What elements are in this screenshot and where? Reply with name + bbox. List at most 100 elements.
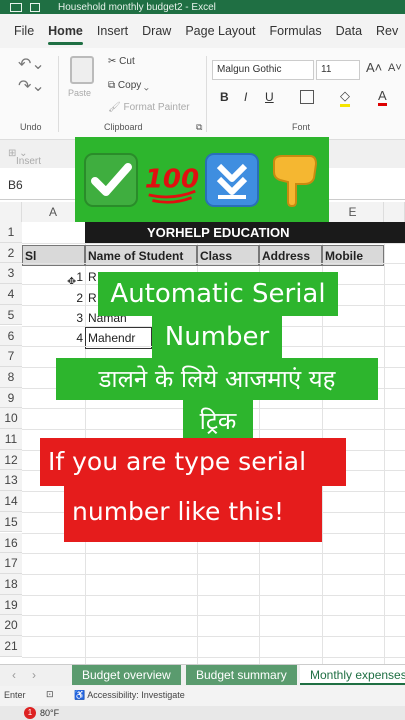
font-color-icon[interactable]: A — [378, 88, 387, 106]
sheet-tab-budget-overview[interactable]: Budget overview — [72, 665, 181, 685]
select-all-corner[interactable] — [0, 202, 22, 222]
cell-sl[interactable]: 4 — [22, 328, 83, 348]
gridline — [384, 222, 385, 664]
name-box[interactable]: B6 — [8, 178, 23, 192]
gridline — [22, 656, 405, 658]
row-header[interactable]: 15 — [0, 511, 22, 533]
accessibility-status[interactable]: ♿ Accessibility: Investigate — [74, 690, 185, 701]
row-header[interactable]: 9 — [0, 387, 22, 409]
overlay-warning-line1: If you are type serial — [40, 438, 346, 486]
font-group-label: Font — [292, 122, 311, 132]
accessibility-label: Accessibility: Investigate — [87, 690, 185, 700]
row-header[interactable]: 2 — [0, 242, 22, 264]
gridline — [22, 242, 405, 244]
notification-badge[interactable]: 1 — [24, 707, 36, 719]
row-header[interactable]: 19 — [0, 594, 22, 616]
undo-icon[interactable]: ↶⌄ — [18, 54, 45, 74]
cut-label: Cut — [119, 56, 135, 67]
copy-button[interactable]: ⧉ Copy ⌄ — [108, 80, 149, 91]
row-header[interactable]: 1 — [0, 222, 22, 243]
borders-icon[interactable] — [300, 90, 314, 104]
bold-button[interactable]: B — [220, 90, 229, 104]
title-bar: Household monthly budget2 - Excel — [0, 0, 405, 14]
format-painter-button[interactable]: 🖌 Format Painter — [108, 102, 190, 113]
sheet-tabs-bar: ‹ › Budget overview Budget summary Month… — [0, 664, 405, 686]
gridline — [22, 263, 405, 265]
tab-review[interactable]: Rev — [369, 14, 405, 48]
title-banner-cell[interactable]: YORHELP EDUCATION — [85, 222, 405, 244]
row-header[interactable]: 12 — [0, 449, 22, 471]
macro-icon[interactable]: ⊡ — [46, 689, 54, 700]
gridline — [22, 594, 405, 596]
sheet-tab-budget-summary[interactable]: Budget summary — [186, 665, 297, 685]
tab-home[interactable]: Home — [41, 14, 90, 48]
pointing-down-icon — [266, 152, 320, 208]
cut-button[interactable]: ✂ Cut — [108, 56, 135, 67]
window-title: Household monthly budget2 - Excel — [58, 1, 216, 13]
emoji-banner: 100 — [75, 137, 329, 222]
decrease-font-icon[interactable]: A˅ — [388, 62, 402, 74]
copy-label: Copy — [117, 80, 142, 91]
row-header[interactable]: 17 — [0, 553, 22, 574]
down-arrows-icon — [205, 152, 260, 208]
font-name-select[interactable]: Malgun Gothic — [212, 60, 314, 80]
format-painter-label: Format Painter — [123, 102, 190, 113]
redo-icon[interactable]: ↷⌄ — [18, 76, 45, 96]
row-header[interactable]: 21 — [0, 636, 22, 657]
underline-button[interactable]: U — [265, 90, 274, 104]
row-header[interactable]: 16 — [0, 532, 22, 554]
hundred-points-icon: 100 — [145, 152, 199, 208]
column-header-f[interactable] — [384, 202, 405, 222]
clipboard-group-label: Clipboard — [104, 122, 143, 132]
clipboard-launcher-icon[interactable]: ⧉ — [196, 122, 202, 133]
tab-data[interactable]: Data — [329, 14, 369, 48]
tab-formulas[interactable]: Formulas — [263, 14, 329, 48]
overlay-caption-line1: Automatic Serial — [98, 272, 338, 316]
row-header[interactable]: 11 — [0, 429, 22, 450]
mode-indicator: Enter — [4, 690, 26, 700]
tab-page-layout[interactable]: Page Layout — [178, 14, 262, 48]
column-header-e[interactable]: E — [322, 202, 384, 222]
font-size-select[interactable]: 11 — [316, 60, 360, 80]
gridline — [22, 636, 405, 637]
overlay-caption-line4: ट्रिक — [183, 400, 253, 442]
overlay-warning-line2: number like this! — [64, 486, 322, 542]
paste-icon[interactable] — [70, 56, 94, 84]
tab-file[interactable]: File — [0, 14, 41, 48]
row-header[interactable]: 6 — [0, 325, 22, 347]
row-header[interactable]: 20 — [0, 615, 22, 636]
row-header[interactable]: 4 — [0, 284, 22, 305]
save-icon[interactable] — [30, 2, 40, 12]
tab-insert[interactable]: Insert — [90, 14, 135, 48]
gridline — [22, 573, 405, 575]
row-header[interactable]: 3 — [0, 263, 22, 285]
taskbar: 1 80°F — [0, 706, 405, 720]
row-header[interactable]: 18 — [0, 573, 22, 595]
status-bar: Enter ⊡ ♿ Accessibility: Investigate — [0, 686, 405, 706]
row-header[interactable]: 5 — [0, 304, 22, 326]
check-mark-icon — [84, 152, 139, 208]
paste-button[interactable]: Paste — [68, 88, 91, 98]
divider — [58, 56, 59, 132]
fill-color-icon[interactable]: ◇ — [340, 88, 350, 107]
row-header[interactable]: 10 — [0, 408, 22, 429]
ribbon: ↶⌄ ↷⌄ Undo Paste ✂ Cut ⧉ Copy ⌄ 🖌 Format… — [0, 48, 405, 140]
row-header[interactable]: 8 — [0, 366, 22, 388]
gridline — [22, 553, 405, 555]
weather-temp: 80°F — [40, 708, 60, 718]
insert-button[interactable]: ⊞ Insert ⌄ — [8, 148, 41, 167]
next-sheet-icon[interactable]: › — [22, 665, 46, 685]
increase-font-icon[interactable]: A˄ — [366, 60, 382, 75]
italic-button[interactable]: I — [244, 90, 247, 104]
divider — [206, 56, 207, 132]
hundred-text: 100 — [145, 164, 199, 194]
row-header[interactable]: 14 — [0, 491, 22, 512]
move-cursor-icon: ✥ — [67, 276, 77, 288]
row-header[interactable]: 7 — [0, 346, 22, 367]
row-header[interactable]: 13 — [0, 470, 22, 492]
sheet-tab-monthly-expenses[interactable]: Monthly expenses — [300, 665, 405, 685]
ribbon-tabs: File Home Insert Draw Page Layout Formul… — [0, 14, 405, 48]
tab-draw[interactable]: Draw — [135, 14, 178, 48]
insert-label: Insert — [16, 156, 42, 167]
excel-app-icon — [10, 2, 22, 12]
